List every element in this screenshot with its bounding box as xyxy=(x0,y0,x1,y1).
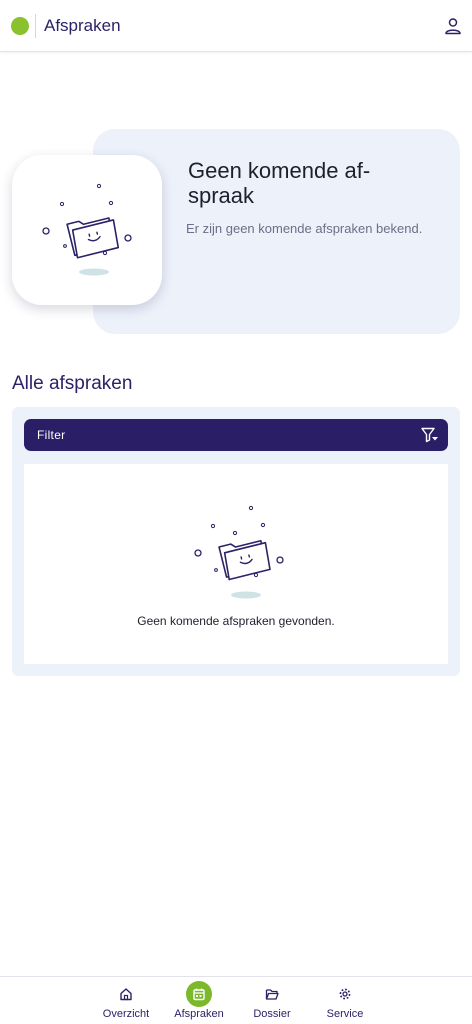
empty-folder-icon xyxy=(194,505,284,599)
folder-icon xyxy=(259,981,285,1007)
filter-icon xyxy=(421,427,438,443)
empty-folder-icon xyxy=(42,183,132,276)
nav-item-overzicht[interactable]: Overzicht xyxy=(91,977,161,1024)
brand-dot-icon xyxy=(11,17,29,35)
header-divider xyxy=(35,14,36,38)
filter-button[interactable]: Filter xyxy=(24,419,448,451)
page-title: Afspraken xyxy=(44,16,121,35)
section-title: Alle afspraken xyxy=(12,373,133,394)
gear-icon xyxy=(332,981,358,1007)
home-icon xyxy=(113,981,139,1007)
nav-label: Dossier xyxy=(253,1008,291,1020)
nav-label: Overzicht xyxy=(102,1008,150,1020)
empty-state-subtitle: Er zijn geen komende afspraken bekend. xyxy=(186,221,423,236)
nav-item-dossier[interactable]: Dossier xyxy=(237,977,307,1024)
filter-label: Filter xyxy=(37,428,66,442)
empty-state-title: Geen komende af-spraak xyxy=(188,158,371,208)
empty-results: Geen komende afspraken gevonden. xyxy=(24,464,448,664)
nav-item-afspraken[interactable]: Afspraken xyxy=(164,977,234,1024)
nav-label: Afspraken xyxy=(174,1008,224,1020)
nav-item-service[interactable]: Service xyxy=(310,977,380,1024)
bottom-nav: Overzicht Afspraken Dossier Service xyxy=(0,976,472,1024)
user-icon[interactable] xyxy=(444,17,462,35)
calendar-icon xyxy=(186,981,212,1007)
app-header: Afspraken xyxy=(0,0,472,52)
nav-label: Service xyxy=(326,1008,364,1020)
empty-message: Geen komende afspraken gevonden. xyxy=(137,614,335,628)
